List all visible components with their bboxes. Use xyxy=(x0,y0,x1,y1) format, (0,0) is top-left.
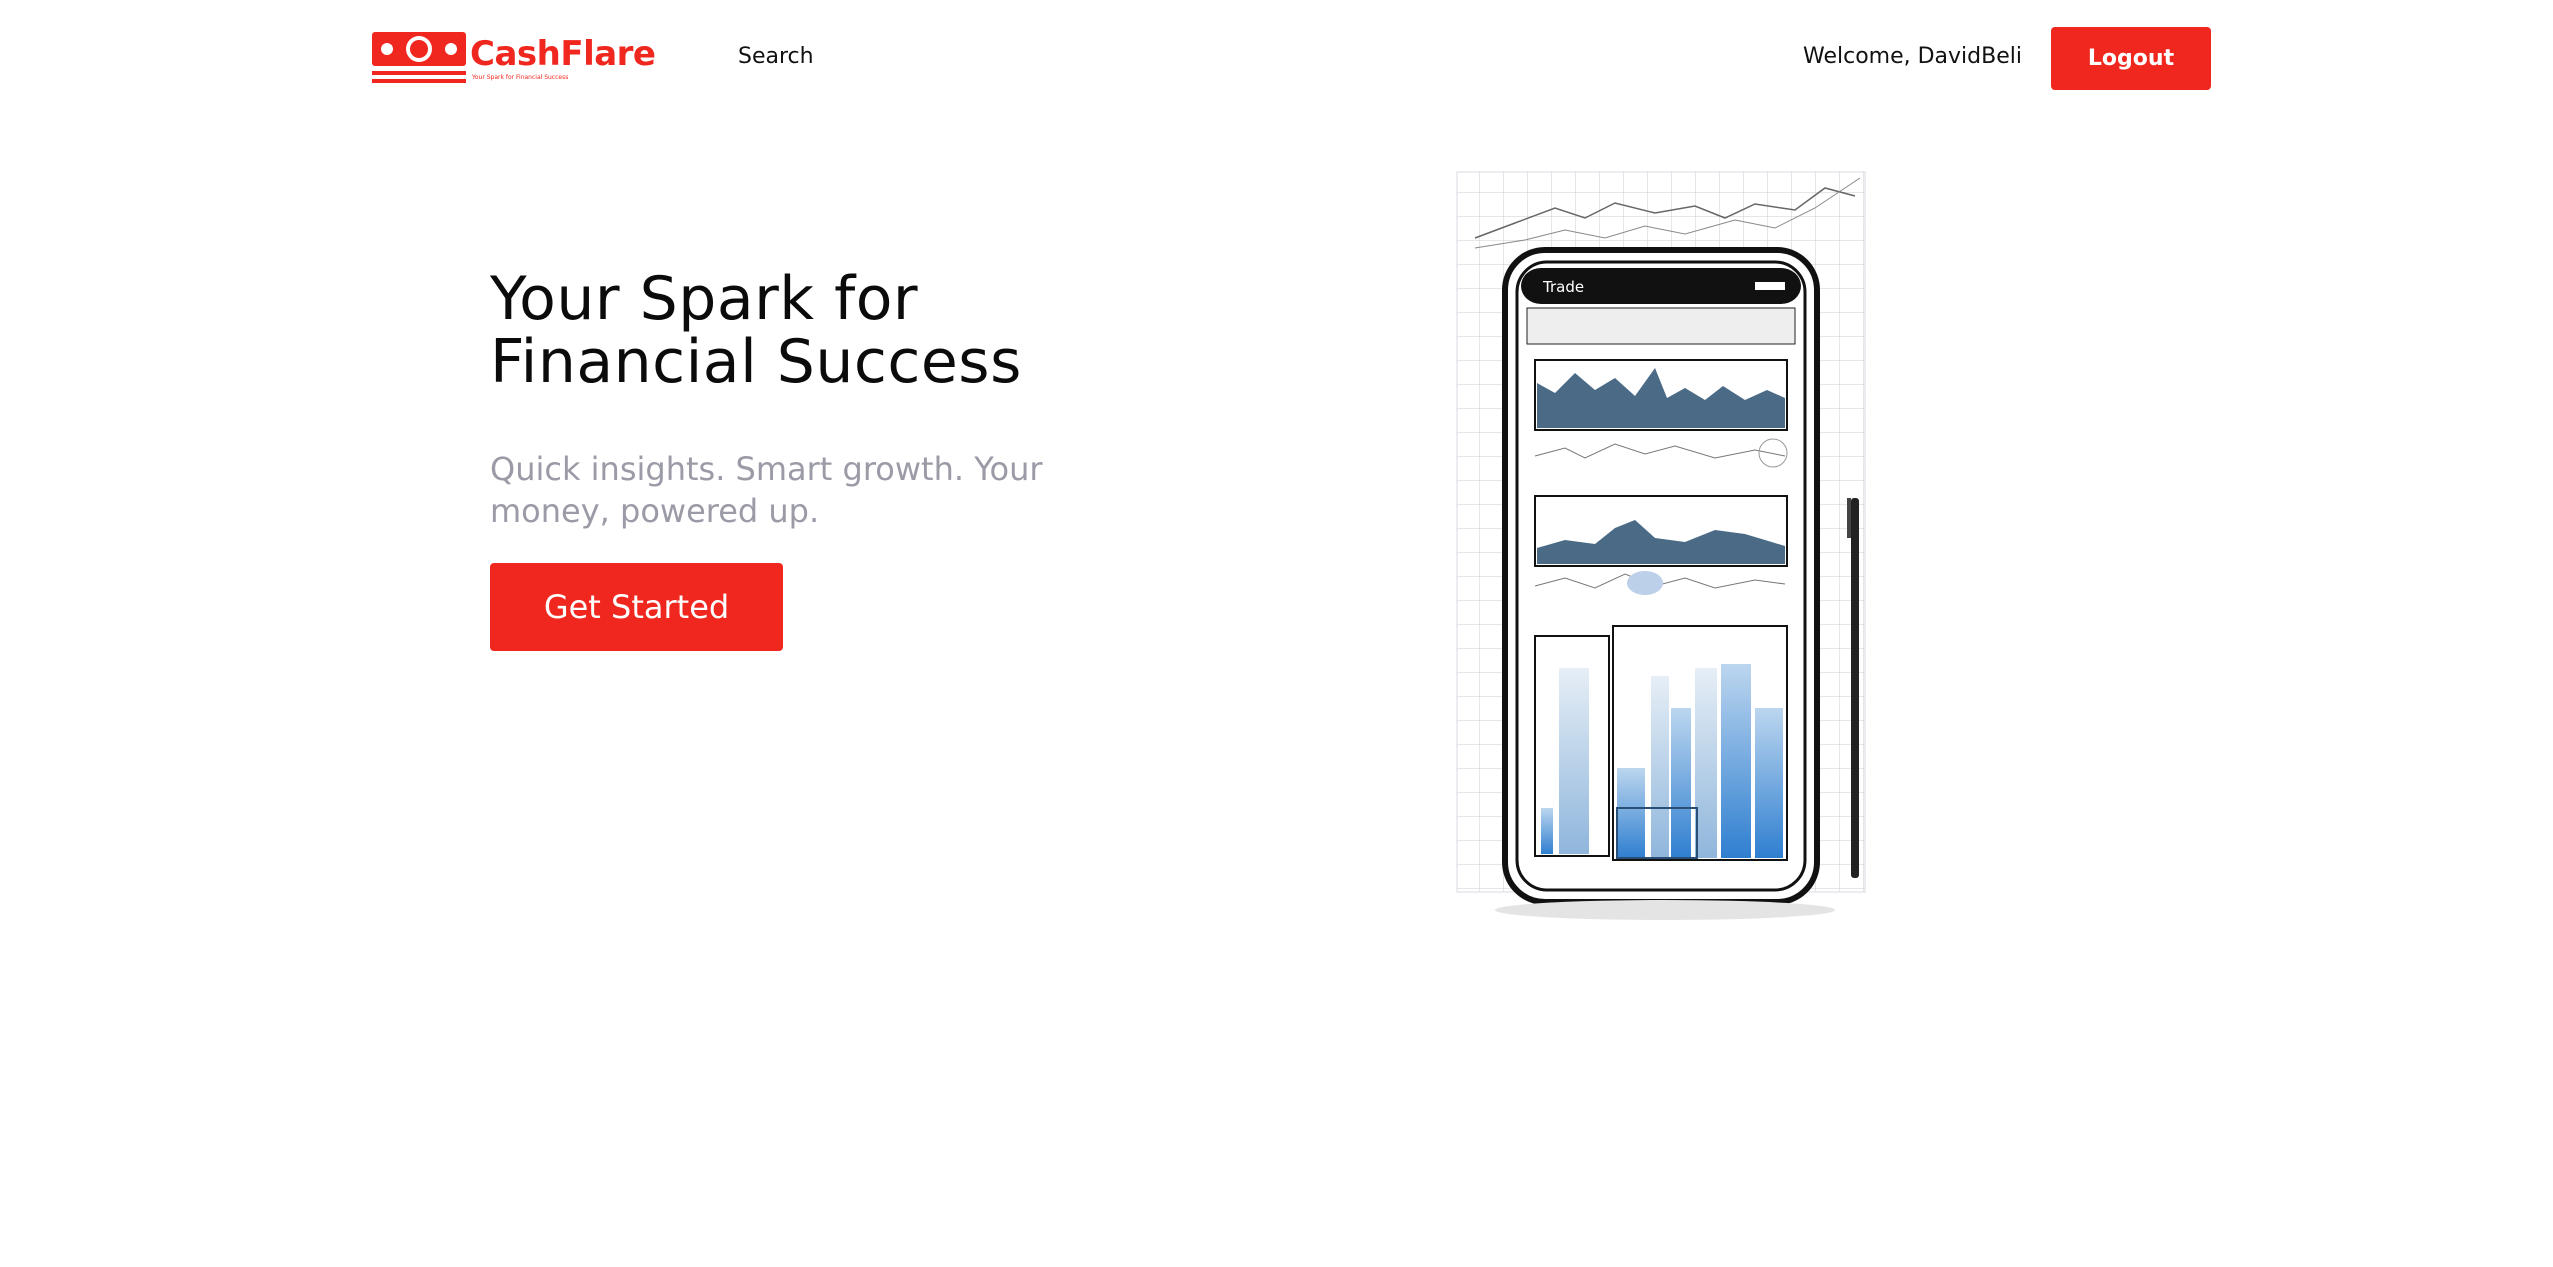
hero-subtitle: Quick insights. Smart growth. Your money… xyxy=(490,450,1043,530)
phone-bar-3 xyxy=(1617,768,1645,858)
hero-title-line1: Your Spark for xyxy=(490,264,919,334)
brand-tagline: Your Spark for Financial Success xyxy=(472,74,569,81)
phone-bar-6 xyxy=(1695,668,1717,858)
nav-search-link[interactable]: Search xyxy=(738,44,814,69)
phone-bar-5 xyxy=(1671,708,1691,858)
hero-illustration: Trade xyxy=(1456,171,1866,920)
phone-bar-8 xyxy=(1755,708,1783,858)
stylus xyxy=(1851,498,1859,878)
get-started-button[interactable]: Get Started xyxy=(490,563,783,651)
phone-bar-1 xyxy=(1541,808,1553,854)
cash-logo-icon xyxy=(372,32,466,83)
phone-bar-7 xyxy=(1721,664,1751,858)
phone-bar-2 xyxy=(1559,668,1589,854)
logout-button[interactable]: Logout xyxy=(2051,27,2211,90)
site-header: CashFlare Your Spark for Financial Succe… xyxy=(0,0,2553,118)
phone-bar-4 xyxy=(1651,676,1669,858)
brand-name: CashFlare xyxy=(470,34,656,74)
welcome-message: Welcome, DavidBeli xyxy=(1803,44,2022,69)
hero-title-line2: Financial Success xyxy=(490,327,1022,397)
brand-logo[interactable]: CashFlare Your Spark for Financial Succe… xyxy=(372,28,656,90)
phone-app-title: Trade xyxy=(1542,278,1584,296)
hero-title: Your Spark for Financial Success xyxy=(490,268,1190,394)
